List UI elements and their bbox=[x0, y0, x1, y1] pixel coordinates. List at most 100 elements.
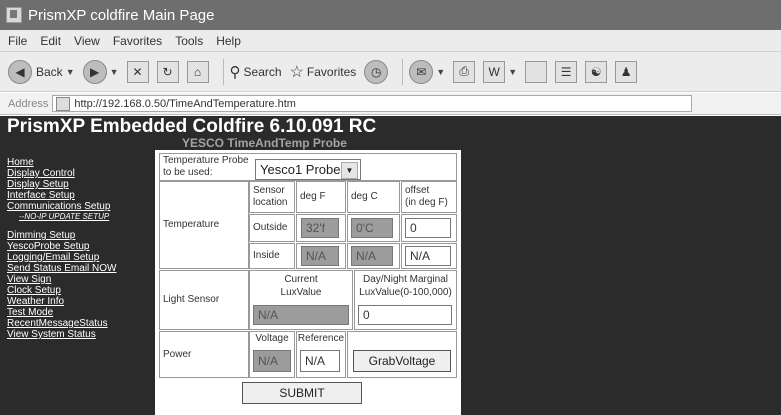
page-subtitle: YESCO TimeAndTemp Probe bbox=[182, 136, 347, 150]
word-icon: W bbox=[483, 60, 506, 83]
chevron-down-icon: ▼ bbox=[341, 162, 358, 179]
inside-c-cell: N/A bbox=[347, 243, 400, 269]
grab-voltage-cell: GrabVoltage bbox=[347, 331, 457, 378]
nav-link-weather-info[interactable]: Weather Info bbox=[7, 296, 157, 307]
inside-offset-cell: N/A bbox=[401, 243, 457, 269]
probe-select-value: Yesco1 Probe bbox=[260, 162, 341, 177]
research-icon: ☰ bbox=[555, 60, 578, 83]
marginal-lux-header: Day/Night Marginal LuxValue(0-100,000) bbox=[355, 273, 456, 299]
sensor-location-header-line1: Sensor bbox=[253, 185, 285, 196]
probe-select-label: Temperature Probe to be used: bbox=[163, 155, 249, 179]
outside-f-cell: 32'f bbox=[296, 214, 346, 242]
nav-link-recent-message-status[interactable]: RecentMessageStatus bbox=[7, 318, 157, 329]
deg-f-header: deg F bbox=[296, 181, 346, 213]
menu-help[interactable]: Help bbox=[216, 34, 241, 48]
search-label: Search bbox=[243, 64, 282, 79]
nav-link-view-sign[interactable]: View Sign bbox=[7, 274, 157, 285]
nav-link-send-status-email[interactable]: Send Status Email NOW bbox=[7, 263, 157, 274]
discuss-icon bbox=[525, 60, 548, 83]
marginal-lux-input[interactable]: 0 bbox=[358, 305, 452, 325]
current-lux-value: N/A bbox=[253, 305, 349, 325]
outside-label: Outside bbox=[249, 214, 295, 242]
favorites-label: Favorites bbox=[306, 64, 357, 79]
current-lux-cell: Current LuxValue N/A bbox=[249, 270, 353, 330]
voltage-cell: Voltage N/A bbox=[249, 331, 295, 378]
discuss-button[interactable] bbox=[525, 60, 548, 83]
menu-edit[interactable]: Edit bbox=[40, 34, 61, 48]
browser-icon bbox=[6, 7, 22, 23]
marginal-lux-cell: Day/Night Marginal LuxValue(0-100,000) 0 bbox=[354, 270, 457, 330]
mail-button[interactable]: ✉ ▼ bbox=[409, 59, 445, 84]
nav-link-display-control[interactable]: Display Control bbox=[7, 168, 157, 179]
outside-offset-input[interactable]: 0 bbox=[405, 218, 451, 238]
marginal-lux-header-line1: Day/Night Marginal bbox=[362, 274, 449, 285]
back-button[interactable]: ◀ Back ▼ bbox=[8, 59, 75, 84]
power-label: Power bbox=[159, 331, 249, 378]
edit-dropdown-icon[interactable]: ▼ bbox=[508, 67, 517, 77]
nav-link-test-mode[interactable]: Test Mode bbox=[7, 307, 157, 318]
refresh-button[interactable]: ↻ bbox=[156, 60, 179, 83]
menu-file[interactable]: File bbox=[8, 34, 27, 48]
sensor-location-header-line2: location bbox=[253, 197, 288, 208]
probe-select[interactable]: Yesco1 Probe ▼ bbox=[255, 159, 361, 180]
messenger-button[interactable]: ☯ bbox=[585, 60, 608, 83]
inside-offset-input[interactable]: N/A bbox=[405, 246, 451, 266]
star-icon: ☆ bbox=[289, 63, 304, 81]
browser-toolbar: ◀ Back ▼ ▶ ▼ ✕ ↻ ⌂ ⚲ Search ☆ Favorites … bbox=[0, 52, 781, 92]
menu-favorites[interactable]: Favorites bbox=[113, 34, 162, 48]
forward-dropdown-icon[interactable]: ▼ bbox=[110, 67, 119, 77]
window-title: PrismXP coldfire Main Page bbox=[28, 6, 215, 24]
search-button[interactable]: ⚲ Search bbox=[230, 63, 282, 81]
current-lux-header-line1: Current bbox=[284, 274, 318, 285]
stop-icon: ✕ bbox=[126, 60, 149, 83]
inside-deg-c-value: N/A bbox=[351, 246, 393, 266]
grab-voltage-button[interactable]: GrabVoltage bbox=[353, 350, 451, 372]
nav-link-dimming-setup[interactable]: Dimming Setup bbox=[7, 230, 157, 241]
nav-link-clock-setup[interactable]: Clock Setup bbox=[7, 285, 157, 296]
nav-link-display-setup[interactable]: Display Setup bbox=[7, 179, 157, 190]
people-icon: ♟ bbox=[615, 60, 638, 83]
inside-deg-f-value: N/A bbox=[301, 246, 339, 266]
probe-settings-form: Temperature Probe to be used: Yesco1 Pro… bbox=[155, 150, 461, 415]
page-title: PrismXP Embedded Coldfire 6.10.091 RC bbox=[7, 116, 377, 137]
back-dropdown-icon[interactable]: ▼ bbox=[66, 67, 75, 77]
research-button[interactable]: ☰ bbox=[555, 60, 578, 83]
marginal-lux-header-line2: LuxValue(0-100,000) bbox=[359, 287, 452, 298]
page-content: PrismXP Embedded Coldfire 6.10.091 RC YE… bbox=[0, 116, 781, 415]
deg-c-header: deg C bbox=[347, 181, 400, 213]
forward-arrow-icon: ▶ bbox=[82, 59, 107, 84]
menu-view[interactable]: View bbox=[74, 34, 100, 48]
people-button[interactable]: ♟ bbox=[615, 60, 638, 83]
nav-link-logging-email-setup[interactable]: Logging/Email Setup bbox=[7, 252, 157, 263]
nav-link-interface-setup[interactable]: Interface Setup bbox=[7, 190, 157, 201]
submit-button[interactable]: SUBMIT bbox=[242, 382, 362, 404]
nav-link-view-system-status[interactable]: View System Status bbox=[7, 329, 157, 340]
messenger-icon: ☯ bbox=[585, 60, 608, 83]
search-icon: ⚲ bbox=[229, 63, 241, 81]
print-button[interactable]: ⎙ bbox=[453, 60, 476, 83]
stop-button[interactable]: ✕ bbox=[126, 60, 149, 83]
history-button[interactable]: ◷ bbox=[364, 59, 389, 84]
reference-label: Reference bbox=[297, 333, 345, 344]
nav-link-yescoprobe-setup[interactable]: YescoProbe Setup bbox=[7, 241, 157, 252]
reference-input[interactable]: N/A bbox=[300, 350, 340, 372]
printer-icon: ⎙ bbox=[453, 60, 476, 83]
reference-cell: Reference N/A bbox=[296, 331, 346, 378]
probe-select-label-line2: to be used: bbox=[163, 167, 213, 178]
address-field[interactable]: http://192.168.0.50/TimeAndTemperature.h… bbox=[52, 95, 693, 112]
home-button[interactable]: ⌂ bbox=[186, 60, 209, 83]
nav-link-home[interactable]: Home bbox=[7, 157, 157, 168]
probe-select-label-line1: Temperature Probe bbox=[163, 155, 249, 166]
forward-button[interactable]: ▶ ▼ bbox=[82, 59, 119, 84]
favorites-button[interactable]: ☆ Favorites bbox=[290, 62, 357, 82]
temperature-section-label: Temperature bbox=[159, 181, 249, 269]
mail-icon: ✉ bbox=[409, 59, 434, 84]
edit-button[interactable]: W ▼ bbox=[483, 60, 517, 83]
refresh-icon: ↻ bbox=[156, 60, 179, 83]
page-icon bbox=[56, 96, 71, 111]
menu-tools[interactable]: Tools bbox=[175, 34, 203, 48]
mail-dropdown-icon[interactable]: ▼ bbox=[436, 67, 445, 77]
nav-link-no-ip-update[interactable]: --NO-IP UPDATE SETUP bbox=[7, 212, 157, 222]
inside-f-cell: N/A bbox=[296, 243, 346, 269]
nav-link-communications-setup[interactable]: Communications Setup bbox=[7, 201, 157, 212]
